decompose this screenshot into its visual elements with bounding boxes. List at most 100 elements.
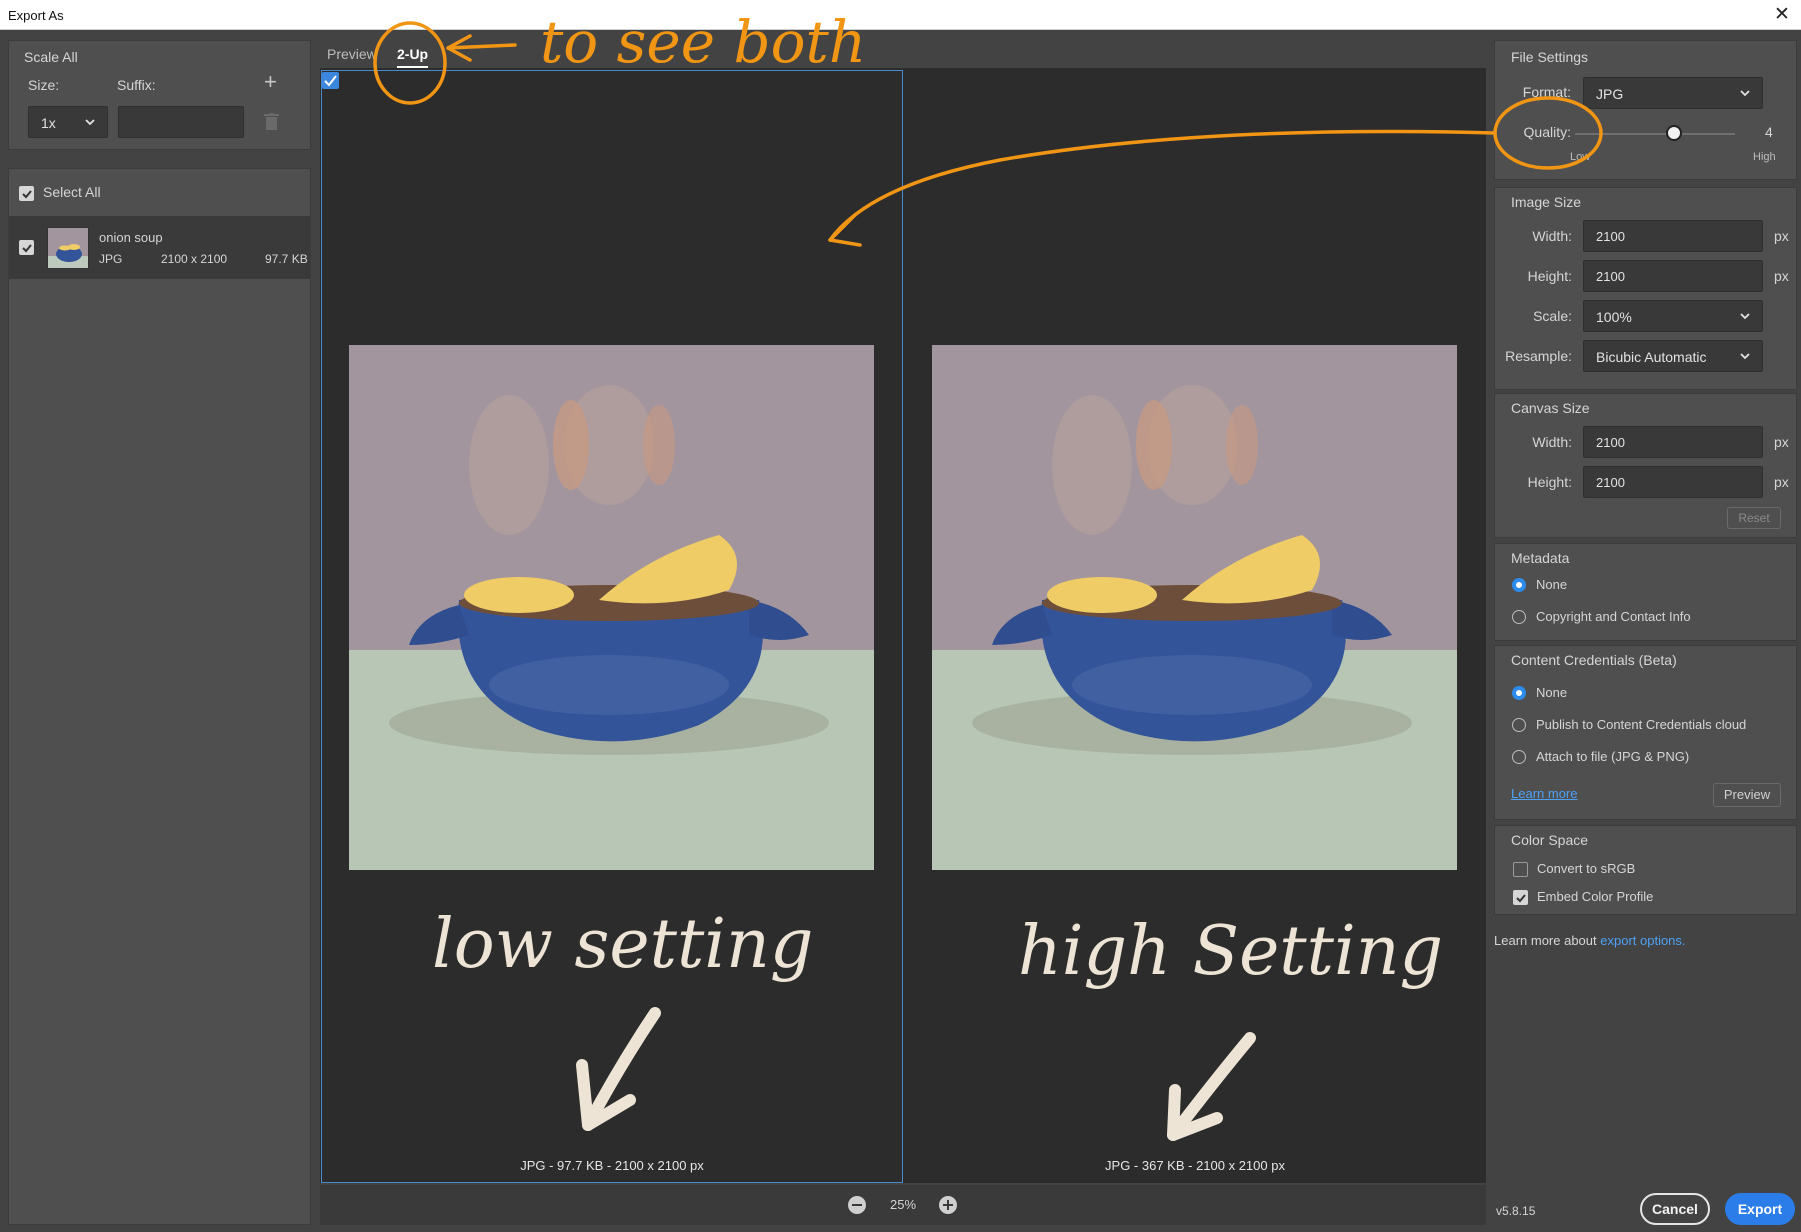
resample-label: Resample:	[1505, 348, 1572, 364]
color-space-title: Color Space	[1511, 832, 1589, 848]
file-settings-title: File Settings	[1511, 49, 1589, 65]
asset-format: JPG	[99, 252, 123, 266]
preview-image-high	[932, 345, 1457, 870]
handwritten-arrow-high	[1167, 1032, 1256, 1141]
resample-select[interactable]: Bicubic Automatic	[1583, 340, 1763, 372]
metadata-none-label: None	[1536, 577, 1568, 592]
tab-2-up[interactable]: 2-Up	[397, 46, 429, 68]
select-all-label: Select All	[43, 184, 101, 200]
image-height-input[interactable]: 2100	[1583, 260, 1763, 292]
asset-list-panel: Select All onion soup JPG 2100 x 2100 97…	[8, 168, 311, 1225]
tab-preview[interactable]: Preview	[327, 46, 377, 62]
quality-low-label: Low	[1570, 151, 1591, 163]
annotation-text: to see both	[540, 8, 867, 76]
pane-selected-checkbox[interactable]	[322, 72, 339, 89]
handwritten-arrow-low	[576, 1007, 661, 1131]
asset-row[interactable]: onion soup JPG 2100 x 2100 97.7 KB	[9, 216, 310, 279]
canvas-height-label: Height:	[1527, 474, 1572, 490]
canvas-height-input[interactable]: 2100	[1583, 466, 1763, 498]
learn-more-link[interactable]: Learn more	[1511, 786, 1577, 801]
size-select[interactable]: 1x	[28, 106, 108, 138]
convert-srgb-checkbox[interactable]	[1513, 862, 1528, 877]
embed-profile-label: Embed Color Profile	[1537, 889, 1654, 904]
format-label: Format:	[1522, 84, 1571, 100]
suffix-label: Suffix:	[117, 77, 156, 93]
credentials-none-radio[interactable]	[1512, 686, 1526, 700]
color-space-panel: Color Space Convert to sRGB Embed Color …	[1494, 825, 1797, 915]
image-width-label: Width:	[1532, 228, 1572, 244]
chevron-down-icon	[1738, 349, 1752, 363]
version-label: v5.8.15	[1496, 1204, 1536, 1218]
content-credentials-title: Content Credentials (Beta)	[1511, 652, 1677, 668]
trash-icon[interactable]	[264, 113, 279, 131]
resample-select-value: Bicubic Automatic	[1596, 349, 1707, 365]
scale-select-value: 100%	[1596, 309, 1632, 325]
content-credentials-panel: Content Credentials (Beta) None Publish …	[1494, 645, 1797, 820]
canvas-width-unit: px	[1774, 434, 1789, 450]
scale-all-panel: Scale All Size: Suffix: + 1x	[8, 40, 311, 150]
select-all-checkbox[interactable]	[19, 186, 34, 201]
scale-all-title: Scale All	[24, 49, 78, 65]
file-settings-panel: File Settings Format: JPG Quality: 4 Low…	[1494, 40, 1797, 180]
chevron-down-icon	[1738, 309, 1752, 323]
canvas-size-panel: Canvas Size Width: 2100 px Height: 2100 …	[1494, 393, 1797, 538]
scale-select[interactable]: 100%	[1583, 300, 1763, 332]
image-width-unit: px	[1774, 228, 1789, 244]
export-button[interactable]: Export	[1725, 1193, 1795, 1225]
quality-slider-thumb[interactable]	[1666, 125, 1682, 141]
canvas-size-title: Canvas Size	[1511, 400, 1590, 416]
metadata-panel: Metadata None Copyright and Contact Info	[1494, 543, 1797, 641]
metadata-none-radio[interactable]	[1512, 578, 1526, 592]
image-height-label: Height:	[1527, 268, 1572, 284]
quality-label: Quality:	[1523, 124, 1571, 140]
chevron-down-icon	[83, 115, 97, 129]
zoom-level: 25%	[890, 1197, 917, 1212]
asset-thumbnail	[47, 227, 89, 269]
format-select[interactable]: JPG	[1583, 77, 1763, 109]
preview-image-low	[349, 345, 874, 870]
credentials-publish-label: Publish to Content Credentials cloud	[1536, 717, 1747, 732]
metadata-copyright-label: Copyright and Contact Info	[1536, 609, 1691, 624]
image-height-unit: px	[1774, 268, 1789, 284]
zoom-in-icon[interactable]	[939, 1196, 957, 1214]
credentials-publish-radio[interactable]	[1512, 718, 1526, 732]
handwriting-low-setting: low setting	[432, 905, 814, 984]
image-size-title: Image Size	[1511, 194, 1582, 210]
format-select-value: JPG	[1596, 86, 1624, 102]
canvas-width-label: Width:	[1532, 434, 1572, 450]
chevron-down-icon	[1738, 86, 1752, 100]
learn-more-prefix: Learn more about	[1494, 933, 1597, 948]
asset-filesize: 97.7 KB	[265, 252, 308, 266]
preview-caption-high: JPG - 367 KB - 2100 x 2100 px	[1105, 1158, 1285, 1173]
zoom-bar: 25%	[320, 1185, 1486, 1225]
image-size-panel: Image Size Width: 2100 px Height: 2100 p…	[1494, 187, 1797, 390]
canvas-width-input[interactable]: 2100	[1583, 426, 1763, 458]
metadata-copyright-radio[interactable]	[1512, 610, 1526, 624]
reset-button[interactable]: Reset	[1727, 507, 1781, 529]
export-options-link[interactable]: export options.	[1600, 933, 1685, 948]
size-select-value: 1x	[41, 115, 56, 131]
zoom-out-icon[interactable]	[848, 1196, 866, 1214]
add-scale-icon[interactable]: +	[264, 69, 277, 95]
learn-more-export-text: Learn more about export options.	[1494, 933, 1686, 948]
asset-name: onion soup	[99, 230, 163, 245]
embed-profile-checkbox[interactable]	[1513, 890, 1528, 905]
quality-high-label: High	[1753, 151, 1776, 163]
metadata-title: Metadata	[1511, 550, 1570, 566]
quality-value: 4	[1765, 124, 1773, 140]
credentials-attach-label: Attach to file (JPG & PNG)	[1536, 749, 1690, 764]
credentials-attach-radio[interactable]	[1512, 750, 1526, 764]
preview-caption-low: JPG - 97.7 KB - 2100 x 2100 px	[520, 1158, 704, 1173]
credentials-preview-button[interactable]: Preview	[1713, 783, 1781, 807]
title-bar: Export As ✕	[0, 0, 1801, 30]
asset-checkbox[interactable]	[19, 240, 34, 255]
image-width-input[interactable]: 2100	[1583, 220, 1763, 252]
cancel-button[interactable]: Cancel	[1640, 1193, 1710, 1225]
handwriting-high-setting: high Setting	[1018, 912, 1444, 991]
close-icon[interactable]: ✕	[1769, 2, 1795, 28]
scale-label: Scale:	[1533, 308, 1572, 324]
convert-srgb-label: Convert to sRGB	[1537, 861, 1636, 876]
window-title: Export As	[8, 8, 64, 23]
quality-slider-track[interactable]	[1575, 133, 1735, 135]
suffix-input[interactable]	[118, 106, 244, 138]
